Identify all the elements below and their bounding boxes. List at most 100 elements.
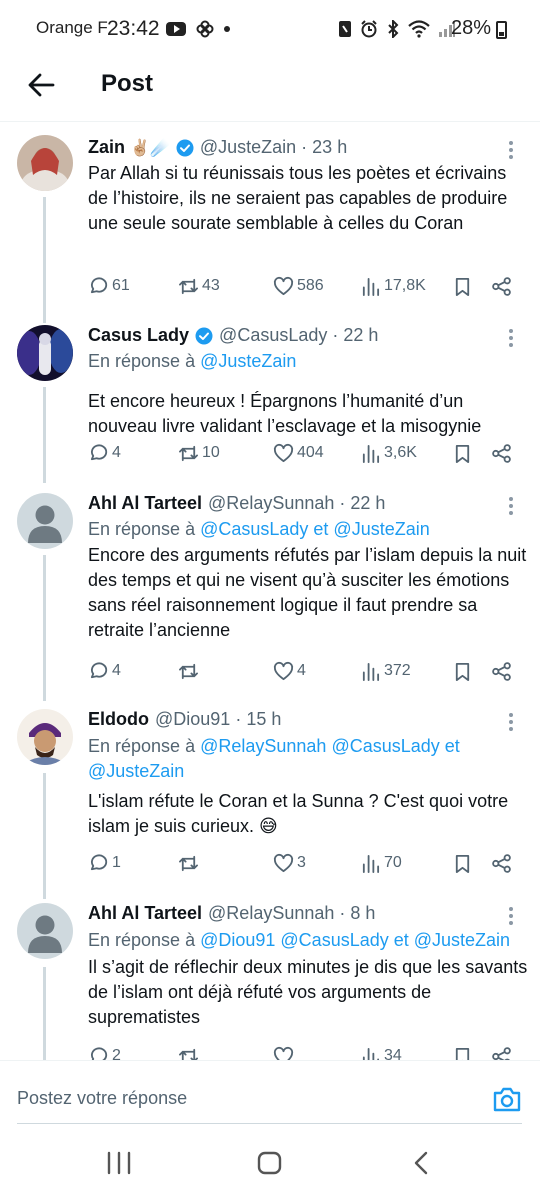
tweet-time: · 8 h [339, 903, 376, 923]
recent-apps-icon[interactable] [106, 1151, 132, 1175]
share-button[interactable] [491, 440, 512, 466]
tweet-item[interactable]: Ahl Al Tarteel @RelaySunnah · 22 h En ré… [0, 481, 540, 701]
reply-count: 1 [112, 854, 121, 871]
tweet-text: Encore des arguments réfutés par l’islam… [88, 545, 527, 640]
like-button[interactable]: 4 [273, 658, 306, 684]
dot-icon [224, 26, 230, 32]
reply-button[interactable]: 2 [88, 1043, 121, 1060]
reply-prefix: En réponse à [88, 930, 196, 950]
retweet-button[interactable]: 10 [178, 440, 220, 466]
camera-icon[interactable] [492, 1085, 522, 1113]
verified-badge-icon [176, 139, 194, 156]
tweet-actions: 2 34 [88, 1043, 518, 1060]
reply-context: En réponse à @RelaySunnah @CasusLady et [88, 734, 460, 759]
avatar[interactable] [17, 709, 73, 765]
youtube-icon [166, 22, 186, 36]
more-options-icon[interactable] [506, 139, 516, 161]
more-options-icon[interactable] [506, 495, 516, 517]
like-button[interactable] [273, 1043, 294, 1060]
reply-mentions[interactable]: @Diou91 @CasusLady et @JusteZain [200, 930, 510, 950]
views-button[interactable]: 17,8K [360, 273, 426, 299]
reply-input[interactable]: Postez votre réponse [17, 1088, 187, 1109]
tweet-item[interactable]: Zain ✌🏼☄️ @JusteZain · 23 h Par Allah si… [0, 123, 540, 323]
like-button[interactable]: 3 [273, 850, 306, 876]
author-handle[interactable]: @CasusLady [219, 325, 327, 346]
share-icon [492, 276, 511, 296]
like-count: 404 [297, 444, 324, 461]
reply-context-continued: @JusteZain [88, 759, 184, 784]
retweet-button[interactable] [178, 1043, 199, 1060]
reply-mentions[interactable]: @CasusLady et @JusteZain [200, 519, 430, 539]
more-options-icon[interactable] [506, 905, 516, 927]
author-name[interactable]: Ahl Al Tarteel [88, 493, 202, 514]
reply-count: 61 [112, 277, 130, 294]
avatar[interactable] [17, 135, 73, 191]
avatar[interactable] [17, 493, 73, 549]
author-handle[interactable]: @RelaySunnah [208, 493, 334, 514]
tweet-actions: 1 3 70 [88, 850, 518, 876]
reply-icon [90, 853, 108, 870]
views-chart-icon [362, 662, 380, 681]
bookmark-button[interactable] [452, 440, 473, 466]
reply-button[interactable]: 61 [88, 273, 130, 299]
views-chart-icon [362, 1047, 380, 1060]
reply-composer[interactable]: Postez votre réponse [0, 1060, 540, 1126]
heart-icon [273, 853, 294, 872]
author-name[interactable]: Casus Lady [88, 325, 189, 346]
reply-button[interactable]: 4 [88, 440, 121, 466]
bookmark-button[interactable] [452, 850, 473, 876]
retweet-icon [179, 1048, 198, 1060]
share-button[interactable] [491, 1043, 512, 1060]
reply-mentions[interactable]: @RelaySunnah @CasusLady et [200, 736, 460, 756]
views-button[interactable]: 372 [360, 658, 411, 684]
thread-list[interactable]: Zain ✌🏼☄️ @JusteZain · 23 h Par Allah si… [0, 123, 540, 1060]
view-count: 70 [384, 854, 402, 871]
retweet-button[interactable] [178, 850, 202, 876]
more-options-icon[interactable] [506, 711, 516, 733]
views-button[interactable]: 70 [360, 850, 402, 876]
share-button[interactable] [491, 850, 512, 876]
tweet-item[interactable]: Ahl Al Tarteel @RelaySunnah · 8 h En rép… [0, 893, 540, 1060]
carrier-label: Orange F [36, 18, 108, 37]
bookmark-icon [455, 854, 470, 873]
views-button[interactable]: 34 [360, 1043, 402, 1060]
back-nav-icon[interactable] [412, 1151, 430, 1175]
avatar[interactable] [17, 325, 73, 381]
bookmark-button[interactable] [452, 1043, 473, 1060]
reply-button[interactable]: 4 [88, 658, 121, 684]
author-name[interactable]: Eldodo [88, 709, 149, 730]
tweet-time: · 15 h [235, 709, 282, 729]
author-handle[interactable]: @RelaySunnah [208, 903, 334, 924]
author-handle[interactable]: @JusteZain [200, 137, 296, 158]
view-count: 372 [384, 662, 411, 679]
retweet-icon [179, 278, 198, 294]
home-icon[interactable] [257, 1151, 282, 1175]
author-name[interactable]: Ahl Al Tarteel [88, 903, 202, 924]
avatar[interactable] [17, 903, 73, 959]
views-button[interactable]: 3,6K [360, 440, 417, 466]
tweet-item[interactable]: Eldodo @Diou91 · 15 h En réponse à @Rela… [0, 699, 540, 899]
back-arrow-icon[interactable] [26, 70, 56, 100]
reply-button[interactable]: 1 [88, 850, 121, 876]
reply-context: En réponse à @CasusLady et @JusteZain [88, 517, 430, 542]
thread-line [43, 197, 46, 323]
more-options-icon[interactable] [506, 327, 516, 349]
tweet-item[interactable]: Casus Lady @CasusLady · 22 h En réponse … [0, 313, 540, 483]
views-chart-icon [362, 854, 380, 873]
share-button[interactable] [491, 273, 512, 299]
tweet-time: · 22 h [339, 493, 386, 513]
author-name[interactable]: Zain [88, 137, 125, 158]
bookmark-button[interactable] [452, 658, 473, 684]
battery-icon [496, 21, 507, 39]
reply-icon [91, 1046, 108, 1060]
author-handle[interactable]: @Diou91 [155, 709, 230, 730]
retweet-button[interactable]: 43 [178, 273, 220, 299]
retweet-button[interactable] [178, 658, 202, 684]
reply-mention[interactable]: @JusteZain [200, 351, 296, 371]
bookmark-button[interactable] [452, 273, 473, 299]
like-button[interactable]: 586 [273, 273, 324, 299]
like-button[interactable]: 404 [273, 440, 324, 466]
reply-mention[interactable]: @JusteZain [88, 761, 184, 781]
like-count: 586 [297, 277, 324, 294]
share-button[interactable] [491, 658, 512, 684]
